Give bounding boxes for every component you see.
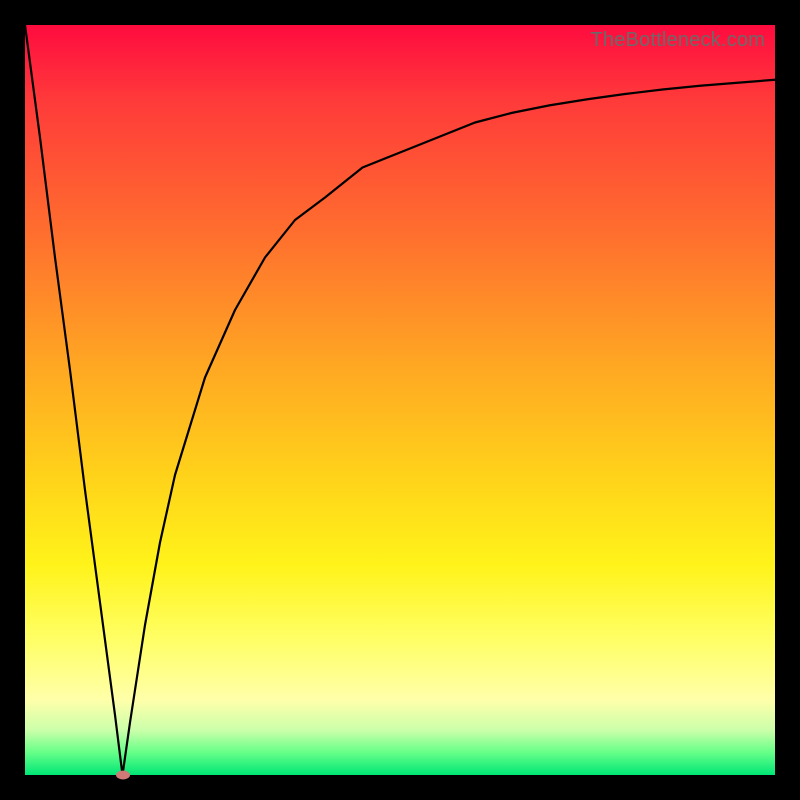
minimum-marker [116, 771, 130, 780]
plot-area: TheBottleneck.com [25, 25, 775, 775]
chart-frame: TheBottleneck.com [0, 0, 800, 800]
bottleneck-curve [25, 25, 775, 775]
